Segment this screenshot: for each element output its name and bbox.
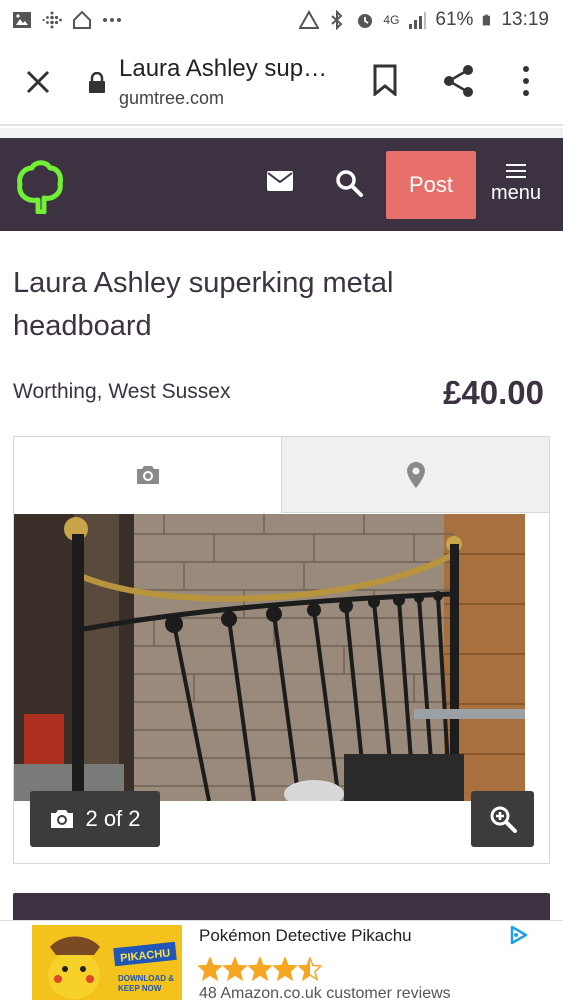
alarm-icon: [358, 14, 373, 28]
data-saver-icon: [299, 10, 320, 29]
camera-icon: [51, 810, 74, 828]
more-options-icon[interactable]: [518, 64, 534, 98]
bluetooth-icon: [331, 10, 343, 30]
browser-page-title: Laura Ashley sup…: [119, 55, 328, 82]
zoom-button[interactable]: [471, 791, 534, 847]
search-icon[interactable]: [334, 168, 364, 198]
map-pin-icon: [406, 461, 425, 488]
close-icon[interactable]: [22, 66, 54, 98]
status-bar: 4G 61% 13:19: [0, 0, 563, 40]
rating-star: [297, 957, 323, 981]
gumtree-logo-icon[interactable]: [16, 158, 64, 214]
headboard-photo: [14, 514, 525, 801]
site-header: Post menu: [0, 138, 563, 231]
battery-icon: [483, 14, 491, 26]
gallery-tabs: [14, 437, 549, 513]
home-icon: [73, 10, 91, 29]
browser-toolbar: Laura Ashley sup… gumtree.com: [0, 40, 563, 126]
hamburger-icon: [506, 164, 526, 178]
ad-choices-icon[interactable]: [508, 925, 528, 945]
image-counter: 2 of 2: [30, 791, 160, 847]
browser-url[interactable]: gumtree.com: [119, 88, 224, 109]
signal-icon: [409, 12, 427, 29]
listing-price: £40.00: [443, 374, 544, 411]
battery-percent: 61%: [435, 9, 474, 30]
advertisement-banner[interactable]: PIKACHU DOWNLOAD & KEEP NOW Pokémon Dete…: [0, 920, 563, 1000]
rating-star: [222, 957, 248, 981]
ad-reviews: 48 Amazon.co.uk customer reviews: [199, 985, 451, 1000]
bookmark-icon[interactable]: [372, 64, 398, 96]
photo-gallery: 2 of 2: [13, 436, 550, 864]
listing-location: Worthing, West Sussex: [13, 380, 231, 403]
clock: 13:19: [501, 9, 549, 30]
tab-map[interactable]: [281, 437, 549, 513]
next-section-header: [13, 893, 550, 923]
zoom-in-icon: [490, 806, 517, 833]
gallery-notification-icon: [13, 12, 31, 28]
ad-rating-stars: [198, 957, 323, 981]
rating-star: [247, 957, 273, 981]
post-ad-button[interactable]: Post: [386, 151, 476, 219]
network-type: 4G: [383, 13, 400, 27]
page-gap: [0, 128, 563, 138]
tab-photos[interactable]: [14, 437, 281, 513]
share-icon[interactable]: [442, 64, 476, 98]
listing-title: Laura Ashley superking metal headboard: [13, 267, 394, 342]
fitbit-icon: [42, 11, 62, 29]
ad-image-cta-line1: DOWNLOAD &: [118, 974, 174, 983]
rating-star: [272, 957, 298, 981]
camera-icon: [136, 466, 159, 484]
ad-image[interactable]: PIKACHU DOWNLOAD & KEEP NOW: [32, 925, 182, 1000]
more-notifications-icon: [103, 18, 121, 22]
lock-icon: [89, 72, 105, 93]
menu-button[interactable]: menu: [484, 158, 548, 214]
listing-photo[interactable]: [14, 514, 525, 801]
image-counter-text: 2 of 2: [85, 806, 141, 831]
messages-icon[interactable]: [266, 170, 294, 192]
rating-star: [198, 957, 223, 981]
ad-title[interactable]: Pokémon Detective Pikachu: [199, 926, 412, 946]
ad-image-cta-line2: KEEP NOW: [118, 984, 162, 993]
menu-label: menu: [490, 182, 542, 204]
pikachu-ad-image: PIKACHU DOWNLOAD & KEEP NOW: [32, 925, 182, 1000]
